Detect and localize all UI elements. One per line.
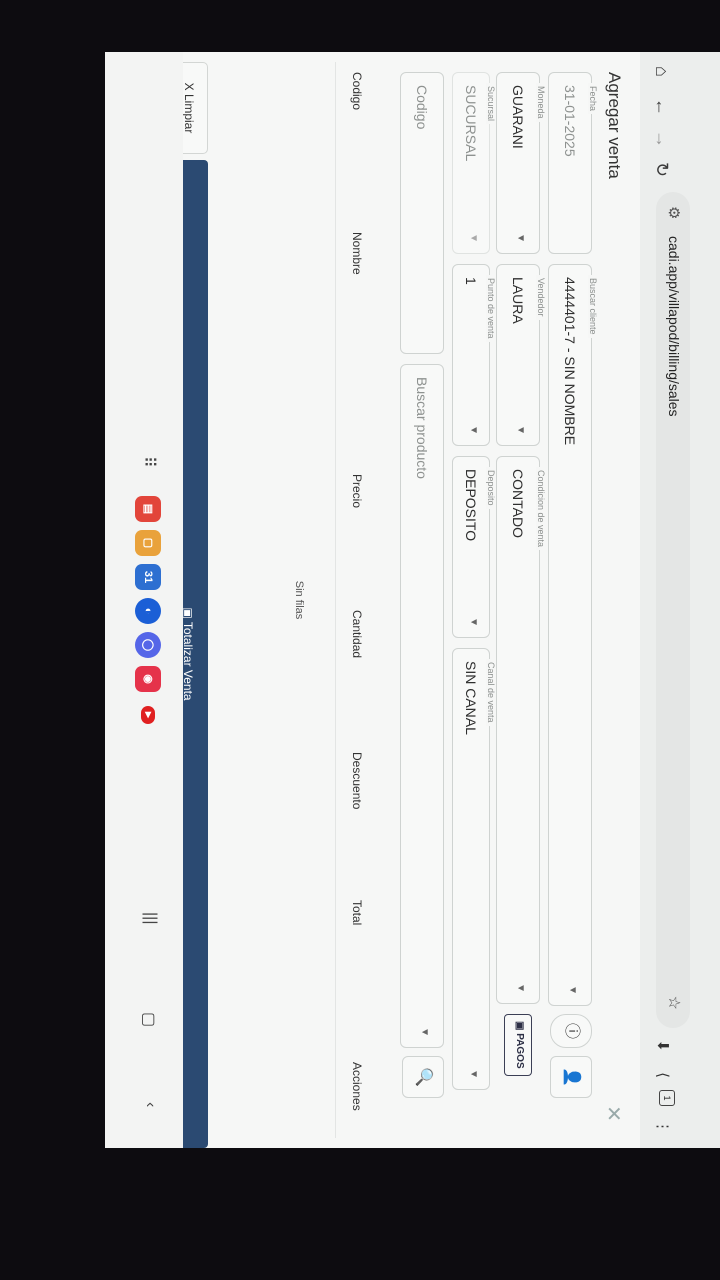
close-icon[interactable]: ✕	[601, 1105, 626, 1122]
punto-field[interactable]: Punto de venta 1 ▼	[452, 264, 496, 446]
sucursal-value: SUCURSAL	[463, 85, 479, 162]
download-icon[interactable]: ⬇	[654, 1039, 672, 1052]
sucursal-field[interactable]: Sucursal SUCURSAL ▼	[452, 72, 496, 254]
moneda-field[interactable]: Moneda GUARANI ▼	[496, 72, 546, 254]
chevron-down-icon[interactable]: ▼	[515, 983, 526, 993]
menu-icon[interactable]: ⋮	[654, 1119, 672, 1134]
col-descuento: Descuento	[350, 752, 364, 810]
deposito-value: DEPOSITO	[463, 469, 479, 542]
chevron-down-icon[interactable]: ▼	[515, 233, 526, 243]
punto-label: Punto de venta	[486, 275, 496, 342]
canal-label: Canal de venta	[486, 659, 496, 726]
punto-value: 1	[463, 277, 479, 285]
back-icon[interactable]: ←	[651, 98, 672, 116]
chevron-down-icon[interactable]: ▼	[567, 985, 578, 995]
cliente-field[interactable]: Buscar cliente 4444401-7 - SIN NOMBRE ▼	[548, 264, 598, 1006]
tablet-screen: ⌂ ← → ↻ ⚙ cadi.app/villapod/billing/sale…	[105, 52, 720, 1148]
recents-icon[interactable]: |||	[141, 912, 159, 924]
search-icon[interactable]: 🔍	[402, 1056, 444, 1098]
sucursal-label: Sucursal	[486, 83, 496, 125]
chevron-down-icon[interactable]: ▼	[468, 425, 479, 435]
page-content: Agregar venta ✕ Fecha 31-01-2025 Buscar …	[105, 52, 640, 1148]
deposito-field[interactable]: Deposito DEPOSITO ▼	[452, 456, 496, 638]
back-button-icon[interactable]: ‹	[141, 1102, 159, 1107]
site-settings-icon[interactable]: ⚙	[665, 206, 683, 219]
tabs-icon[interactable]: 1	[659, 1090, 675, 1106]
fecha-field[interactable]: Fecha 31-01-2025	[548, 72, 598, 254]
totalizar-label: Totalizar Venta	[181, 621, 195, 701]
vendedor-label: Vendedor	[536, 275, 546, 320]
vendedor-field[interactable]: Vendedor LAURA ▼	[496, 264, 546, 446]
col-codigo: Codigo	[350, 72, 364, 111]
pagos-label: PAGOS	[514, 1033, 525, 1069]
forward-icon[interactable]: →	[651, 130, 672, 148]
producto-placeholder: Buscar producto	[414, 377, 430, 479]
info-icon[interactable]: ⓘ	[550, 1014, 592, 1048]
fecha-value: 31-01-2025	[562, 85, 578, 157]
condicion-value: CONTADO	[510, 469, 526, 538]
tab-count: 1	[662, 1095, 672, 1101]
empty-state: Sin filas	[293, 580, 305, 620]
col-cantidad: Cantidad	[350, 610, 364, 659]
chevron-down-icon[interactable]: ▼	[468, 233, 479, 243]
chevron-down-icon[interactable]: ▼	[419, 1027, 430, 1037]
browser-toolbar: ⌂ ← → ↻ ⚙ cadi.app/villapod/billing/sale…	[640, 52, 720, 1148]
browser-app-icon[interactable]: ◯	[135, 632, 161, 658]
col-total: Total	[350, 900, 364, 926]
url-text: cadi.app/villapod/billing/sales	[666, 236, 682, 417]
youtube-app-icon[interactable]: ▶	[141, 706, 155, 724]
col-precio: Precio	[350, 474, 364, 509]
taskbar: ⠿ ▤ ▢ 31 ◐ ◯ ◉ ▶ ||| ▢ ‹	[105, 52, 183, 1148]
canal-field[interactable]: Canal de venta SIN CANAL ▼	[452, 648, 496, 1090]
edge-app-icon[interactable]: ◐	[135, 598, 161, 624]
pdf-app-icon[interactable]: ▤	[135, 496, 161, 522]
calendar-app-icon[interactable]: 31	[135, 564, 161, 590]
moneda-value: GUARANI	[510, 85, 526, 149]
calculator-icon: ▣	[181, 607, 195, 622]
folder-app-icon[interactable]: ▢	[135, 530, 161, 556]
col-acciones: Acciones	[350, 1062, 364, 1111]
star-icon[interactable]: ☆	[664, 996, 684, 1010]
page-title: Agregar venta	[605, 72, 624, 179]
chevron-down-icon[interactable]: ▼	[468, 1069, 479, 1079]
home-button-icon[interactable]: ▢	[139, 1012, 159, 1027]
codigo-input[interactable]: Codigo	[400, 72, 444, 354]
pagos-button[interactable]: ▣ PAGOS	[504, 1014, 532, 1076]
fecha-label: Fecha	[588, 83, 598, 115]
chevron-down-icon[interactable]: ▼	[468, 617, 479, 627]
app-grid-icon[interactable]: ⠿	[139, 456, 159, 468]
home-icon[interactable]: ⌂	[651, 66, 672, 77]
table-header: Codigo Nombre Precio Cantidad Descuento …	[336, 62, 376, 1138]
moneda-label: Moneda	[536, 83, 546, 122]
address-bar[interactable]: ⚙ cadi.app/villapod/billing/sales ☆	[656, 192, 690, 1028]
vendedor-value: LAURA	[510, 277, 526, 324]
cliente-label: Buscar cliente	[588, 275, 598, 338]
codigo-placeholder: Codigo	[414, 85, 430, 130]
chevron-down-icon[interactable]: ▼	[515, 425, 526, 435]
cliente-value: 4444401-7 - SIN NOMBRE	[562, 277, 578, 446]
camera-app-icon[interactable]: ◉	[135, 666, 161, 692]
canal-value: SIN CANAL	[463, 661, 479, 735]
add-client-icon[interactable]: 👤	[550, 1056, 592, 1098]
reload-icon[interactable]: ↻	[651, 162, 672, 177]
browser-window: ⌂ ← → ↻ ⚙ cadi.app/villapod/billing/sale…	[105, 52, 720, 1148]
condicion-label: Condicion de venta	[536, 467, 546, 551]
deposito-label: Deposito	[486, 467, 496, 509]
calendar-day: 31	[142, 570, 154, 584]
wallet-icon: ▣	[514, 1021, 525, 1031]
col-nombre: Nombre	[350, 232, 364, 275]
producto-search-input[interactable]: Buscar producto ▼	[400, 364, 444, 1048]
condicion-field[interactable]: Condicion de venta CONTADO ▼	[496, 456, 546, 1004]
share-icon[interactable]: ⟨	[654, 1072, 672, 1078]
